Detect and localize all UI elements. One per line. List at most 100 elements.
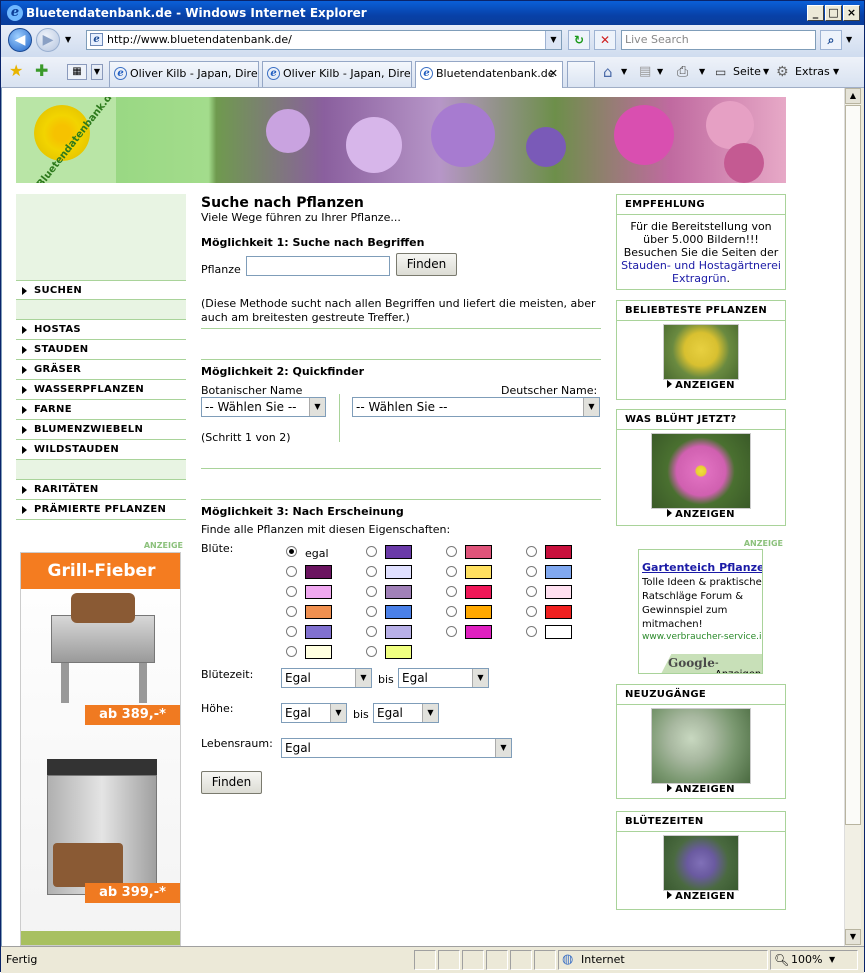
page-menu-dropdown[interactable]: ▼	[763, 61, 769, 83]
color-radio[interactable]	[366, 626, 377, 637]
address-bar[interactable]: e http://www.bluetendatenbank.de/ ▼	[86, 30, 562, 50]
bluehtjetzt-anzeigen-link[interactable]: ANZEIGEN	[617, 509, 785, 520]
color-radio[interactable]	[526, 566, 537, 577]
nav-item-wasserpflanzen[interactable]: WASSERPFLANZEN	[16, 380, 186, 400]
color-swatch[interactable]	[385, 585, 412, 599]
forward-icon[interactable]: ▶	[36, 28, 60, 52]
color-radio[interactable]	[366, 586, 377, 597]
color-radio[interactable]	[286, 646, 297, 657]
new-tab-button[interactable]	[567, 61, 595, 87]
finden-button-3[interactable]: Finden	[201, 771, 262, 794]
neuzugaenge-anzeigen-link[interactable]: ANZEIGEN	[617, 784, 785, 795]
zoom-dropdown[interactable]: ▼	[829, 947, 835, 973]
tab-list-dropdown[interactable]: ▼	[91, 64, 103, 80]
color-swatch[interactable]	[385, 545, 412, 559]
feeds-dropdown[interactable]: ▼	[657, 61, 663, 83]
nav-item-suchen[interactable]: SUCHEN	[16, 280, 186, 300]
google-ad[interactable]: Gartenteich Pflanzen Tolle Ideen & prakt…	[638, 549, 763, 674]
color-swatch[interactable]	[465, 585, 492, 599]
color-swatch[interactable]	[305, 585, 332, 599]
color-swatch[interactable]	[545, 625, 572, 639]
nav-item-wildstauden[interactable]: WILDSTAUDEN	[16, 440, 186, 460]
hoehe-to-select[interactable]: Egal ▼	[373, 703, 439, 723]
tools-menu[interactable]: Extras	[795, 61, 830, 83]
color-radio[interactable]	[446, 566, 457, 577]
color-swatch[interactable]	[305, 625, 332, 639]
color-swatch[interactable]	[305, 605, 332, 619]
tab-list-icon[interactable]: ▦	[67, 64, 87, 80]
color-radio[interactable]	[446, 546, 457, 557]
google-ad-title[interactable]: Gartenteich Pflanzen	[642, 561, 762, 574]
color-swatch[interactable]	[465, 565, 492, 579]
color-swatch[interactable]	[545, 585, 572, 599]
color-swatch[interactable]	[465, 605, 492, 619]
color-radio[interactable]	[446, 586, 457, 597]
google-ad-url[interactable]: www.verbraucher-service.i	[642, 632, 762, 642]
home-dropdown[interactable]: ▼	[621, 61, 627, 83]
maximize-button[interactable]: □	[825, 5, 842, 21]
refresh-icon[interactable]: ↻	[568, 30, 590, 50]
german-name-select[interactable]: -- Wählen Sie -- ▼	[352, 397, 600, 417]
finden-button-1[interactable]: Finden	[396, 253, 457, 276]
zoom-control[interactable]: 🔍︎ 100% ▼	[770, 950, 858, 970]
beliebteste-plant-image[interactable]	[663, 324, 739, 380]
tab-bluetendatenbank[interactable]: e Bluetendatenbank.de ✕	[415, 61, 563, 88]
nav-item-stauden[interactable]: STAUDEN	[16, 340, 186, 360]
minimize-button[interactable]: _	[807, 5, 824, 21]
bluehtjetzt-plant-image[interactable]	[651, 433, 751, 509]
color-radio[interactable]	[526, 606, 537, 617]
bluetezeiten-plant-image[interactable]	[663, 835, 739, 891]
color-radio[interactable]	[366, 646, 377, 657]
back-icon[interactable]: ◀	[8, 28, 32, 52]
nav-item-farne[interactable]: FARNE	[16, 400, 186, 420]
nav-item-hostas[interactable]: HOSTAS	[16, 320, 186, 340]
address-dropdown[interactable]: ▼	[545, 31, 561, 49]
color-radio[interactable]	[366, 606, 377, 617]
tab-oliver-kilb-2[interactable]: e Oliver Kilb - Japan, Dire...	[262, 61, 412, 87]
bluetezeit-to-select[interactable]: Egal ▼	[398, 668, 489, 688]
color-radio[interactable]	[366, 566, 377, 577]
scroll-down-icon[interactable]: ▼	[845, 929, 861, 945]
feeds-icon[interactable]: ▤	[639, 61, 651, 83]
page-menu[interactable]: Seite	[733, 61, 761, 83]
hoehe-from-select[interactable]: Egal ▼	[281, 703, 347, 723]
extragruen-link[interactable]: Stauden- und Hostagärtnerei Extragrün	[621, 259, 781, 285]
nav-item-praemierte-pflanzen[interactable]: PRÄMIERTE PFLANZEN	[16, 500, 186, 520]
color-swatch[interactable]	[545, 545, 572, 559]
recent-pages-dropdown[interactable]: ▼	[65, 35, 71, 44]
color-swatch[interactable]	[385, 625, 412, 639]
color-radio[interactable]	[286, 626, 297, 637]
nav-item-blumenzwiebeln[interactable]: BLUMENZWIEBELN	[16, 420, 186, 440]
color-swatch[interactable]	[545, 605, 572, 619]
pflanze-input[interactable]	[246, 256, 390, 276]
neuzugaenge-plant-image[interactable]	[651, 708, 751, 784]
color-radio[interactable]	[286, 586, 297, 597]
color-swatch[interactable]	[545, 565, 572, 579]
google-ad-footer[interactable]: Google -Anzeigen	[661, 654, 762, 673]
color-radio-egal[interactable]	[286, 546, 297, 557]
live-search-input[interactable]: Live Search	[621, 30, 816, 50]
color-radio[interactable]	[286, 566, 297, 577]
site-logo[interactable]: Bluetendatenbank.de	[16, 97, 119, 183]
print-icon[interactable]: ⎙	[677, 61, 688, 83]
beliebteste-anzeigen-link[interactable]: ANZEIGEN	[617, 380, 785, 391]
add-favorite-icon[interactable]: ✚	[35, 61, 48, 80]
vertical-scrollbar[interactable]: ▲ ▼	[844, 88, 861, 946]
botanic-name-select[interactable]: -- Wählen Sie -- ▼	[201, 397, 326, 417]
nav-item-graeser[interactable]: GRÄSER	[16, 360, 186, 380]
tools-menu-dropdown[interactable]: ▼	[833, 61, 839, 83]
print-dropdown[interactable]: ▼	[699, 61, 705, 83]
color-radio[interactable]	[366, 546, 377, 557]
scroll-thumb[interactable]	[845, 105, 861, 825]
favorites-star-icon[interactable]: ★	[9, 61, 23, 80]
scroll-up-icon[interactable]: ▲	[845, 88, 861, 104]
stop-icon[interactable]: ✕	[594, 30, 616, 50]
color-swatch[interactable]	[305, 645, 332, 659]
color-swatch[interactable]	[305, 565, 332, 579]
lebensraum-select[interactable]: Egal ▼	[281, 738, 512, 758]
color-swatch[interactable]	[385, 645, 412, 659]
nav-item-raritaeten[interactable]: RARITÄTEN	[16, 480, 186, 500]
grill-ad-banner[interactable]: Grill-Fieber ab 389,-* ab 399,-*	[20, 552, 181, 946]
color-radio[interactable]	[286, 606, 297, 617]
color-radio[interactable]	[526, 586, 537, 597]
